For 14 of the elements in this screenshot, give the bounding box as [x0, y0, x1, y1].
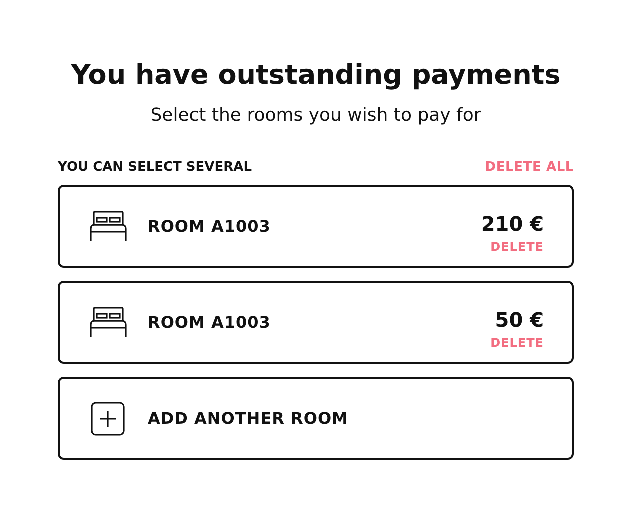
add-room-button[interactable]: ADD ANOTHER ROOM: [58, 377, 574, 460]
room-price: 50 €: [495, 308, 544, 332]
bed-icon: [90, 307, 127, 338]
delete-all-link[interactable]: DELETE ALL: [485, 160, 574, 175]
delete-link[interactable]: DELETE: [490, 336, 544, 350]
add-icon: [91, 402, 125, 436]
page-subtitle: Select the rooms you wish to pay for: [150, 105, 482, 126]
bed-icon: [90, 211, 127, 242]
room-name: ROOM A1003: [148, 313, 272, 332]
list-hint: YOU CAN SELECT SEVERAL: [58, 160, 252, 175]
delete-link[interactable]: DELETE: [490, 240, 544, 254]
room-price: 210 €: [481, 212, 544, 236]
room-name: ROOM A1003: [148, 217, 272, 236]
page-title: You have outstanding payments: [70, 60, 562, 91]
